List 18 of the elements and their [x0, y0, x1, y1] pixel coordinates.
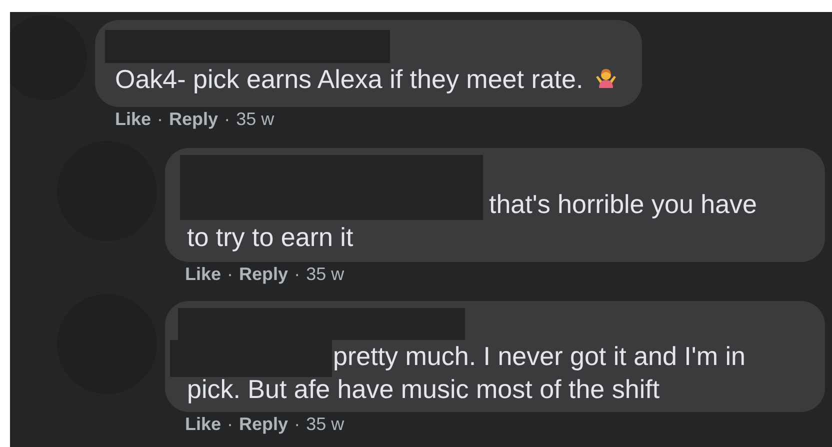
comment-action-link[interactable]: Reply — [239, 266, 288, 283]
comment-time: 35 w — [306, 266, 344, 283]
comment-action-link[interactable]: Like — [185, 266, 222, 283]
separator-dot: · — [294, 416, 300, 433]
comment-text: that's horrible you have to try to earn it — [187, 189, 758, 252]
separator-dot: · — [227, 416, 234, 433]
separator-dot: · — [294, 266, 300, 283]
comment-time: 35 w — [236, 111, 274, 128]
comment-text: Oak4- pick earns Alexa if they meet rate. — [115, 64, 584, 94]
separator-dot: · — [227, 266, 234, 283]
comment-action-link[interactable]: Reply — [239, 416, 288, 433]
comment-action-link[interactable]: Reply — [169, 111, 218, 128]
comment-action-link[interactable]: Like — [115, 111, 152, 128]
comment-action-link[interactable]: Like — [185, 416, 222, 433]
comment-text: pretty much. I never got it and I'm in pick. But afe have music most of the shift — [187, 341, 746, 404]
comment-time: 35 w — [306, 416, 344, 433]
separator-dot: · — [224, 111, 230, 128]
separator-dot: · — [157, 111, 164, 128]
